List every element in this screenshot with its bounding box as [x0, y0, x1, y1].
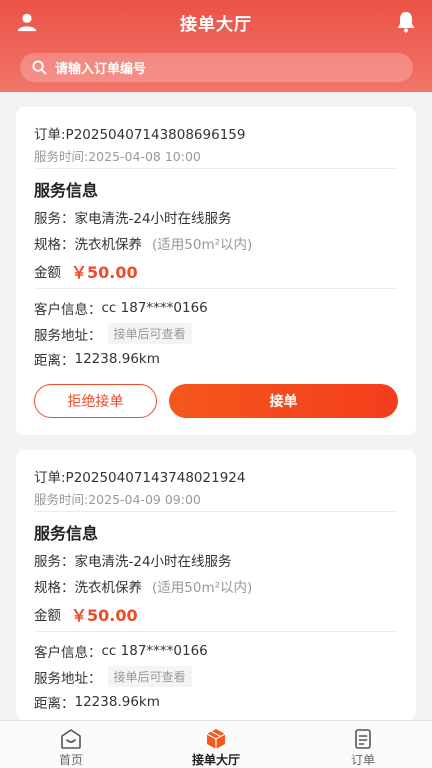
divider	[34, 511, 398, 512]
tab-label: 订单	[350, 753, 375, 767]
address-value: 接单后可查看	[107, 666, 192, 687]
bell-icon[interactable]	[394, 10, 418, 34]
header: 接单大厅 请输入订单编号	[0, 0, 432, 92]
amount-label: 金额	[34, 608, 61, 624]
search-icon	[32, 60, 47, 75]
service-time: 服务时间:2025-04-09 09:00	[34, 492, 201, 507]
service-value: 家电清洗-24小时在线服务	[74, 211, 232, 227]
address-row: 服务地址： 接单后可查看	[34, 666, 192, 687]
amount-row: 金额 ￥50.00	[34, 259, 138, 283]
divider	[34, 631, 398, 632]
section-title: 服务信息	[34, 524, 99, 543]
customer-label: 客户信息：	[34, 645, 102, 661]
section-title: 服务信息	[34, 181, 99, 200]
tab-label: 接单大厅	[191, 753, 240, 767]
tab-order-hall[interactable]: 接单大厅	[166, 721, 266, 768]
distance-value: 12238.96km	[74, 351, 160, 367]
divider	[34, 288, 398, 289]
divider	[34, 168, 398, 169]
service-row: 服务： 家电清洗-24小时在线服务	[34, 550, 232, 570]
search-placeholder: 请输入订单编号	[55, 62, 147, 77]
customer-row: 客户信息： cc 187****0166	[34, 298, 208, 318]
spec-value: 洗衣机保养	[74, 580, 143, 596]
spec-value: 洗衣机保养	[74, 237, 143, 253]
customer-value: cc 187****0166	[101, 643, 208, 659]
service-row: 服务： 家电清洗-24小时在线服务	[34, 207, 232, 227]
amount-value: ￥50.00	[71, 263, 138, 282]
tab-orders[interactable]: 订单	[313, 721, 413, 768]
search-input[interactable]: 请输入订单编号	[20, 53, 413, 82]
document-icon	[355, 729, 371, 749]
tab-label: 首页	[58, 753, 83, 767]
amount-value: ￥50.00	[71, 606, 138, 625]
home-icon	[61, 729, 81, 749]
box-icon	[206, 729, 226, 749]
distance-label: 距离：	[34, 696, 75, 712]
address-row: 服务地址： 接单后可查看	[34, 323, 192, 344]
amount-row: 金额 ￥50.00	[34, 602, 138, 626]
order-card: 订单:P20250407143748021924 服务时间:2025-04-09…	[16, 450, 416, 720]
amount-label: 金额	[34, 265, 61, 281]
spec-row: 规格： 洗衣机保养 (适用50m²以内)	[34, 233, 252, 253]
spec-note: (适用50m²以内)	[152, 237, 253, 253]
order-card: 订单:P20250407143808696159 服务时间:2025-04-08…	[16, 107, 416, 435]
tab-home[interactable]: 首页	[21, 721, 121, 768]
order-number: 订单:P20250407143808696159	[34, 127, 246, 143]
service-label: 服务：	[34, 554, 75, 570]
service-value: 家电清洗-24小时在线服务	[74, 554, 232, 570]
accept-button[interactable]: 接单	[169, 384, 398, 418]
page-title: 接单大厅	[180, 15, 252, 35]
customer-label: 客户信息：	[34, 302, 102, 318]
address-label: 服务地址：	[34, 670, 102, 687]
order-number: 订单:P20250407143748021924	[34, 470, 246, 486]
reject-button[interactable]: 拒绝接单	[34, 384, 157, 418]
address-value: 接单后可查看	[107, 323, 192, 344]
distance-row: 距离： 12238.96km	[34, 692, 160, 712]
address-label: 服务地址：	[34, 327, 102, 344]
service-time: 服务时间:2025-04-08 10:00	[34, 149, 201, 164]
customer-row: 客户信息： cc 187****0166	[34, 641, 208, 661]
distance-label: 距离：	[34, 353, 75, 369]
service-label: 服务：	[34, 211, 75, 227]
spec-note: (适用50m²以内)	[152, 580, 253, 596]
bottom-tab-bar: 首页 接单大厅 订单	[0, 720, 432, 768]
spec-label: 规格：	[34, 580, 75, 596]
customer-value: cc 187****0166	[101, 300, 208, 316]
distance-row: 距离： 12238.96km	[34, 349, 160, 369]
spec-row: 规格： 洗衣机保养 (适用50m²以内)	[34, 576, 252, 596]
spec-label: 规格：	[34, 237, 75, 253]
distance-value: 12238.96km	[74, 694, 160, 710]
